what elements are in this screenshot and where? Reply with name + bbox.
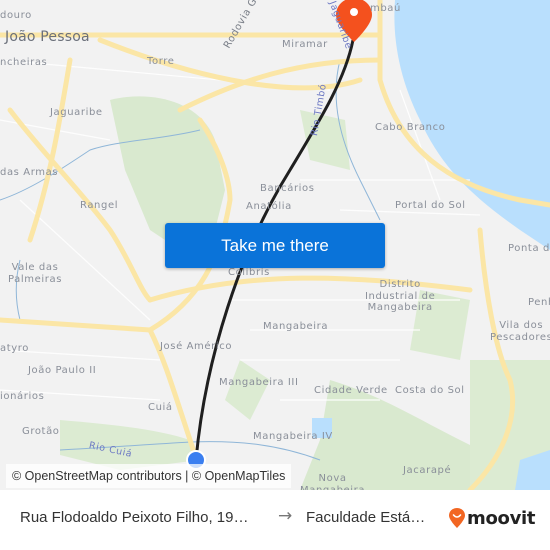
place-label: Anatólia [246,201,292,212]
place-label: atyro [0,343,29,354]
place-label: Ponta d [508,243,550,254]
place-label: ncheiras [0,57,48,68]
place-label: douro [0,10,32,21]
place-label: Portal do Sol [395,200,466,211]
place-label: José Américo [160,341,233,352]
place-label: Nova Mangabeira [300,473,366,490]
place-label: Vale das Palmeiras [8,262,63,285]
place-label: Mangabeira [263,321,329,332]
place-label: Cabo Branco [375,122,446,133]
place-label: Torre [147,56,175,67]
place-label: Cuiá [148,402,173,413]
route-origin: Rua Flodoaldo Peixoto Filho, 19… [20,509,249,526]
moovit-pin-icon [449,508,465,528]
arrow-right-icon: → [278,506,293,526]
place-label: João Paulo II [28,365,97,376]
moovit-logo[interactable]: moovit [449,507,536,529]
place-label: Costa do Sol [395,385,465,396]
park-area [225,360,270,420]
place-label: Miramar [282,39,328,50]
place-label: Jacarapé [403,465,452,476]
place-label: mbaú [370,3,401,14]
place-label: Jaguaribe [50,107,103,118]
park-area [60,420,200,470]
take-me-there-button[interactable]: Take me there [165,223,385,268]
route-destination: Faculdade Está… [306,509,426,526]
place-label: Distrito Industrial de Mangabeira [365,279,436,313]
place-label: Cidade Verde [314,385,388,396]
moovit-wordmark: moovit [467,507,536,529]
place-label: Vila dos Pescadores [490,320,550,343]
place-label: Mangabeira III [219,377,299,388]
place-label: Colibris [228,267,270,278]
map-canvas[interactable]: douro João Pessoa ncheiras Torre Miramar… [0,0,550,490]
place-label: Mangabeira IV [253,431,333,442]
place-label: ionários [0,391,45,402]
place-label: Rangel [80,200,119,211]
place-label: Penh [528,297,550,308]
route-footer: Rua Flodoaldo Peixoto Filho, 19… → Facul… [0,490,550,550]
place-label: Grotão [22,426,60,437]
city-label: João Pessoa [5,29,90,45]
destination-marker-dot [350,8,358,16]
place-label: das Armas [0,167,59,178]
map-attribution[interactable]: © OpenStreetMap contributors | © OpenMap… [6,464,292,488]
place-label: Bancários [260,183,315,194]
